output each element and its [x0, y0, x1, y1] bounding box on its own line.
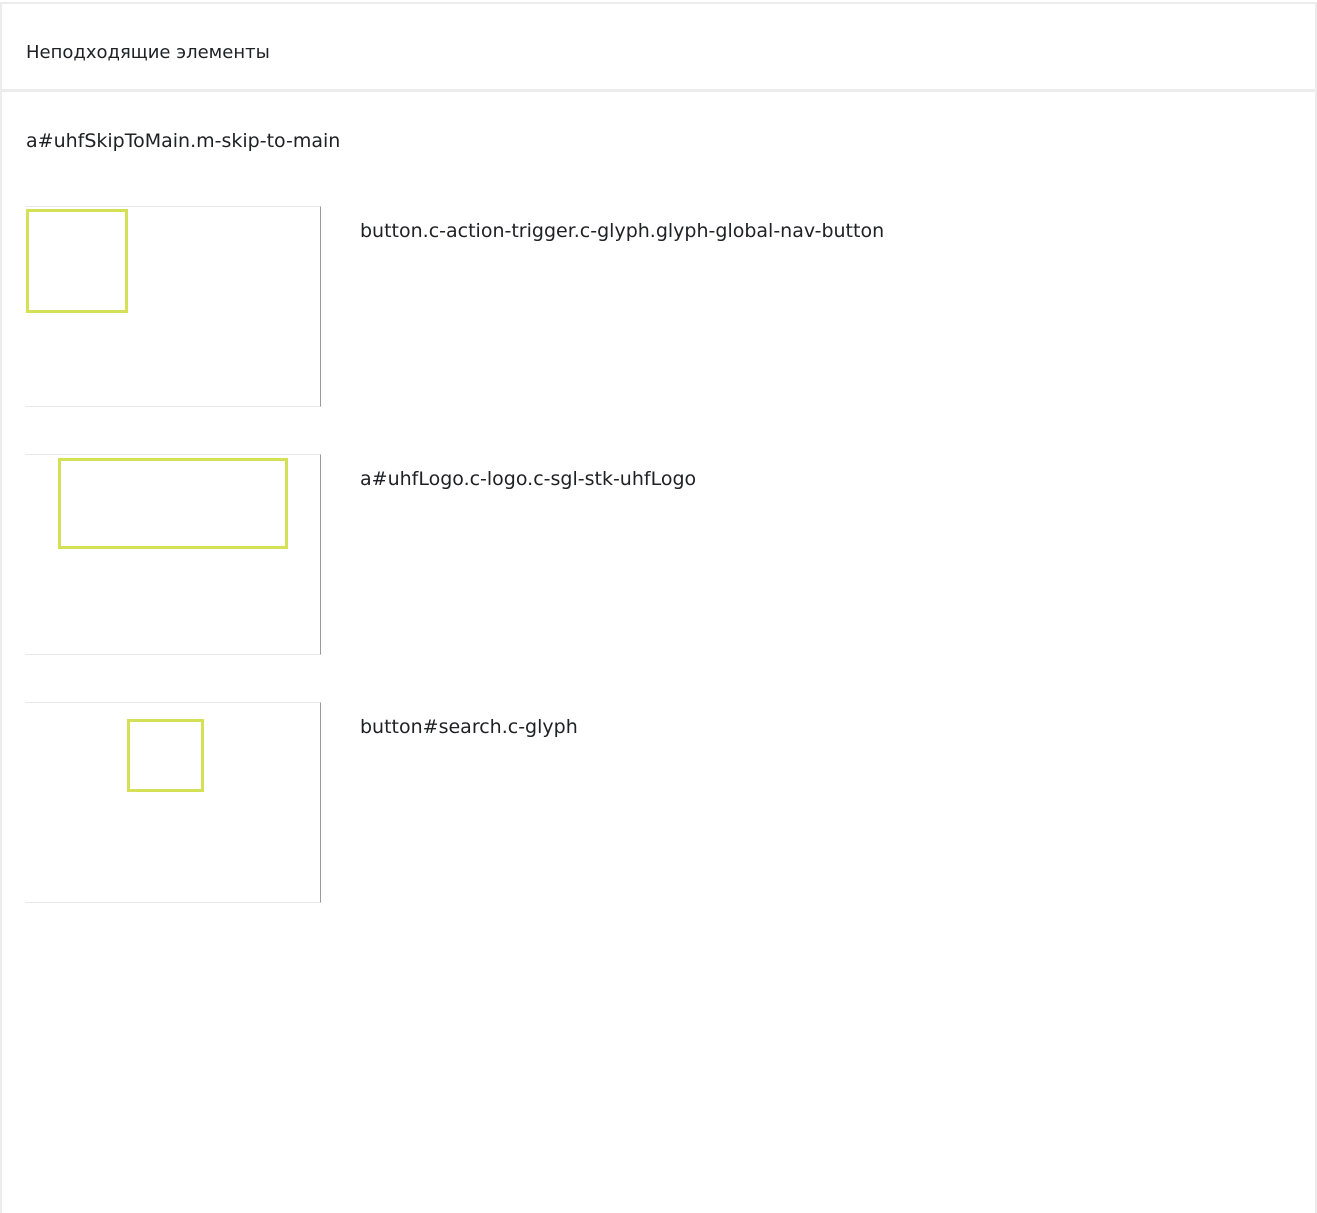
element-screenshot-thumbnail: [25, 702, 321, 903]
element-selector: button#search.c-glyph: [360, 716, 578, 738]
failing-element-item: button#search.c-glyph: [0, 680, 1317, 928]
audit-panel: Неподходящие элементы a#uhfSkipToMain.m-…: [0, 0, 1317, 1213]
section-title: Неподходящие элементы: [26, 42, 270, 63]
element-selector: a#uhfLogo.c-logo.c-sgl-stk-uhfLogo: [360, 468, 697, 490]
element-screenshot-thumbnail: [25, 454, 321, 655]
element-highlight-box: [58, 458, 288, 549]
failing-element-item: a#uhfLogo.c-logo.c-sgl-stk-uhfLogo: [0, 432, 1317, 680]
section-header[interactable]: Неподходящие элементы: [0, 4, 1317, 92]
element-selector: button.c-action-trigger.c-glyph.glyph-gl…: [360, 220, 885, 242]
failing-element-item: button.c-action-trigger.c-glyph.glyph-gl…: [0, 184, 1317, 432]
element-highlight-box: [127, 719, 204, 792]
element-screenshot-thumbnail: [25, 206, 321, 407]
skip-link-selector: a#uhfSkipToMain.m-skip-to-main: [26, 130, 341, 152]
element-highlight-box: [26, 209, 128, 313]
